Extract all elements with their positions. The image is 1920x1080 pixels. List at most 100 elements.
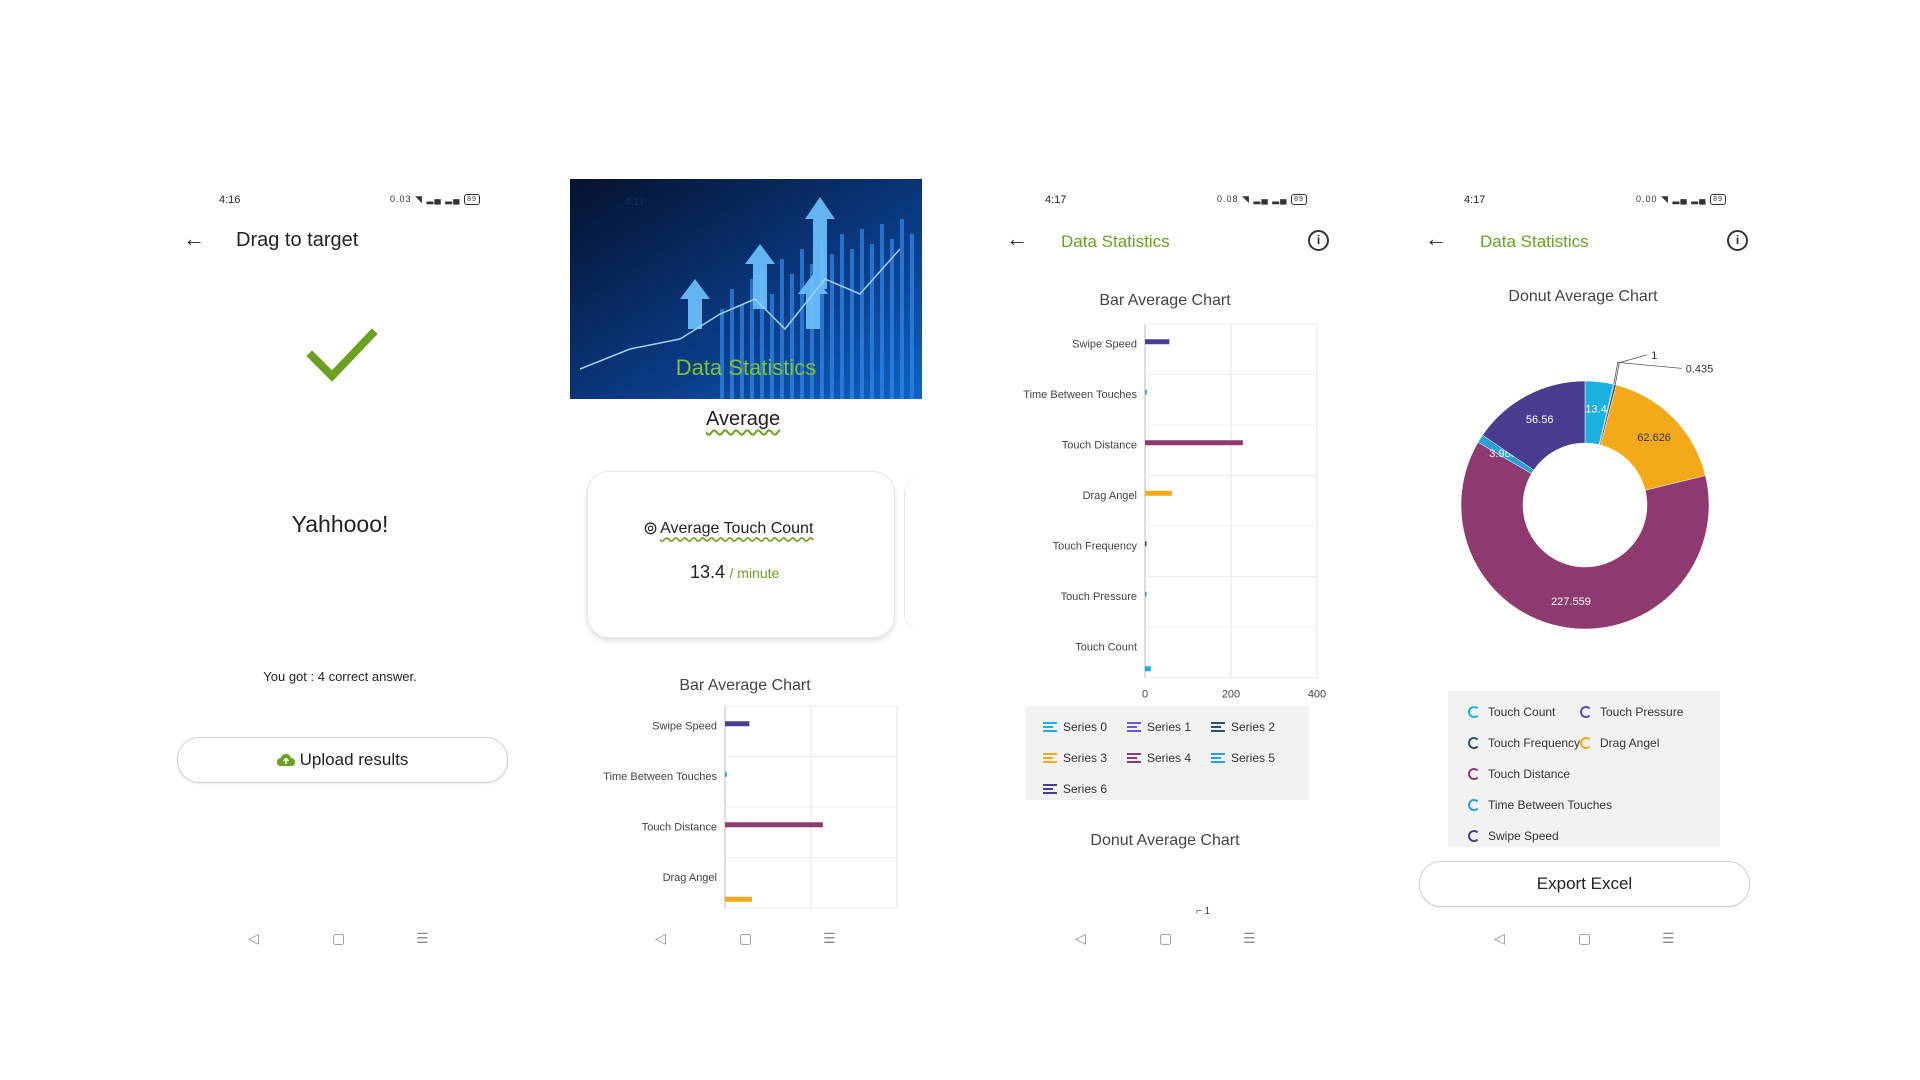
- legend-label: Series 1: [1147, 720, 1192, 734]
- legend-item[interactable]: Touch Count: [1468, 705, 1555, 719]
- bar-chart-legend: Series 0 Series 1 Series 2 Series 3 Series 4…: [1025, 706, 1309, 800]
- legend-label: Drag Angel: [1600, 736, 1660, 750]
- slice-label: 62.626: [1637, 432, 1671, 444]
- donut-chart-legend: Touch Count Touch Pressure Touch Frequency…: [1448, 691, 1720, 847]
- bar: [1145, 389, 1147, 395]
- legend-item[interactable]: Touch Frequency: [1468, 736, 1580, 750]
- cloud-upload-icon: [276, 754, 295, 766]
- donut-peek-value: 1: [1204, 906, 1211, 917]
- legend-item[interactable]: Touch Distance: [1468, 767, 1570, 781]
- bar: [1145, 490, 1172, 496]
- info-icon[interactable]: i: [1727, 230, 1748, 251]
- page-title: Data Statistics: [1061, 232, 1170, 251]
- touch-icon: ⊚: [643, 518, 659, 538]
- legend-ring-icon: [1468, 737, 1480, 749]
- bar-label: Swipe Speed: [652, 720, 717, 732]
- legend-item[interactable]: Series 4: [1127, 751, 1191, 765]
- legend-ring-icon: [1468, 830, 1480, 842]
- checkmark-icon: [306, 328, 378, 382]
- nav-menu-icon[interactable]: ☰: [416, 930, 429, 947]
- back-arrow-icon[interactable]: ←: [1006, 226, 1028, 252]
- nav-menu-icon[interactable]: ☰: [823, 930, 836, 947]
- legend-swatch-icon: [1043, 784, 1057, 794]
- nav-menu-icon[interactable]: ☰: [1243, 930, 1256, 947]
- nav-back-icon[interactable]: ◁: [248, 930, 259, 947]
- bar-label: Touch Distance: [1062, 439, 1137, 451]
- card-title: Average Touch Count: [660, 519, 814, 537]
- legend-item[interactable]: Touch Pressure: [1580, 705, 1683, 719]
- next-card-peek[interactable]: [904, 474, 925, 634]
- bar: [725, 822, 823, 828]
- legend-label: Time Between Touches: [1488, 798, 1613, 812]
- bar-label: Drag Angel: [663, 872, 717, 884]
- legend-swatch-icon: [1043, 722, 1057, 732]
- bar-label: Touch Count: [1075, 641, 1137, 653]
- legend-item[interactable]: Series 2: [1211, 720, 1275, 734]
- legend-item[interactable]: Series 5: [1211, 751, 1275, 765]
- bar: [1145, 440, 1243, 446]
- legend-swatch-icon: [1211, 753, 1225, 763]
- status-time: 4:17: [625, 197, 645, 208]
- legend-label: Series 3: [1063, 751, 1108, 765]
- legend-item[interactable]: Series 3: [1043, 751, 1107, 765]
- status-icons: 0.00 ◥ ▂▄ ▂▄ 89: [1636, 194, 1726, 206]
- back-arrow-icon[interactable]: ←: [1425, 226, 1447, 252]
- bar: [1145, 541, 1147, 547]
- bar-label: Time Between Touches: [1023, 389, 1137, 401]
- nav-home-icon[interactable]: ▢: [739, 930, 752, 947]
- bar-label: Drag Angel: [1083, 490, 1137, 502]
- legend-ring-icon: [1580, 737, 1592, 749]
- legend-swatch-icon: [1043, 753, 1057, 763]
- legend-label: Touch Count: [1488, 705, 1556, 719]
- bar-label: Touch Frequency: [1053, 540, 1138, 552]
- average-touch-count-card[interactable]: ⊚ Average Touch Count 13.4 / minute: [587, 471, 895, 638]
- legend-label: Series 2: [1231, 720, 1276, 734]
- leader-line: [1614, 354, 1648, 385]
- legend-label: Series 6: [1063, 782, 1108, 796]
- banner-title: Data Statistics: [676, 355, 817, 380]
- legend-ring-icon: [1580, 706, 1592, 718]
- status-icons: 0.08 ◥ ▂▄ ▂▄ 89: [1217, 194, 1307, 206]
- nav-back-icon[interactable]: ◁: [1494, 930, 1505, 947]
- donut-chart: 13.40.435162.626227.5593.98356.56: [1460, 350, 1713, 630]
- nav-back-icon[interactable]: ◁: [1075, 930, 1086, 947]
- bar-label: Touch Pressure: [1061, 591, 1137, 603]
- legend-item[interactable]: Time Between Touches: [1468, 798, 1612, 812]
- bar-chart: Swipe Speed Time Between Touches Touch Dis…: [1023, 323, 1326, 699]
- nav-back-icon[interactable]: ◁: [655, 930, 666, 947]
- result-text: You got : 4 correct answer.: [263, 669, 417, 684]
- bar: [725, 721, 750, 727]
- nav-home-icon[interactable]: ▢: [1159, 930, 1172, 947]
- slice-label: 56.56: [1526, 414, 1554, 426]
- net-speed: 0.00: [1636, 194, 1658, 204]
- chart-title: Bar Average Chart: [1099, 292, 1231, 309]
- nav-home-icon[interactable]: ▢: [1578, 930, 1591, 947]
- bar: [1145, 339, 1170, 345]
- legend-item[interactable]: Series 1: [1127, 720, 1191, 734]
- headline: Yahhooo!: [291, 511, 389, 537]
- nav-home-icon[interactable]: ▢: [332, 930, 345, 947]
- legend-item[interactable]: Drag Angel: [1580, 736, 1659, 750]
- donut-chart-title: Donut Average Chart: [1508, 288, 1658, 305]
- card-value: 13.4: [690, 562, 726, 582]
- nav-menu-icon[interactable]: ☰: [1662, 930, 1675, 947]
- net-speed: 0.03: [390, 194, 412, 204]
- card-header: ⊚ Average Touch Count: [643, 518, 813, 539]
- legend-item[interactable]: Series 0: [1043, 720, 1107, 734]
- legend-item[interactable]: Series 6: [1043, 782, 1107, 796]
- upload-results-button[interactable]: Upload results: [177, 737, 508, 783]
- bar: [1145, 591, 1147, 597]
- info-icon[interactable]: i: [1308, 230, 1329, 251]
- legend-label: Series 4: [1147, 751, 1192, 765]
- banner-image: Data Statistics 4:17: [570, 179, 922, 399]
- tick-label: 400: [1308, 689, 1326, 699]
- bar-label: Time Between Touches: [603, 771, 717, 783]
- back-arrow-icon[interactable]: ←: [183, 226, 205, 252]
- status-time: 4:17: [1045, 194, 1067, 206]
- bar: [725, 896, 752, 902]
- bar: [725, 771, 727, 777]
- export-excel-button[interactable]: Export Excel: [1419, 861, 1750, 907]
- legend-ring-icon: [1468, 799, 1480, 811]
- legend-item[interactable]: Swipe Speed: [1468, 829, 1559, 843]
- bar: [1145, 666, 1151, 672]
